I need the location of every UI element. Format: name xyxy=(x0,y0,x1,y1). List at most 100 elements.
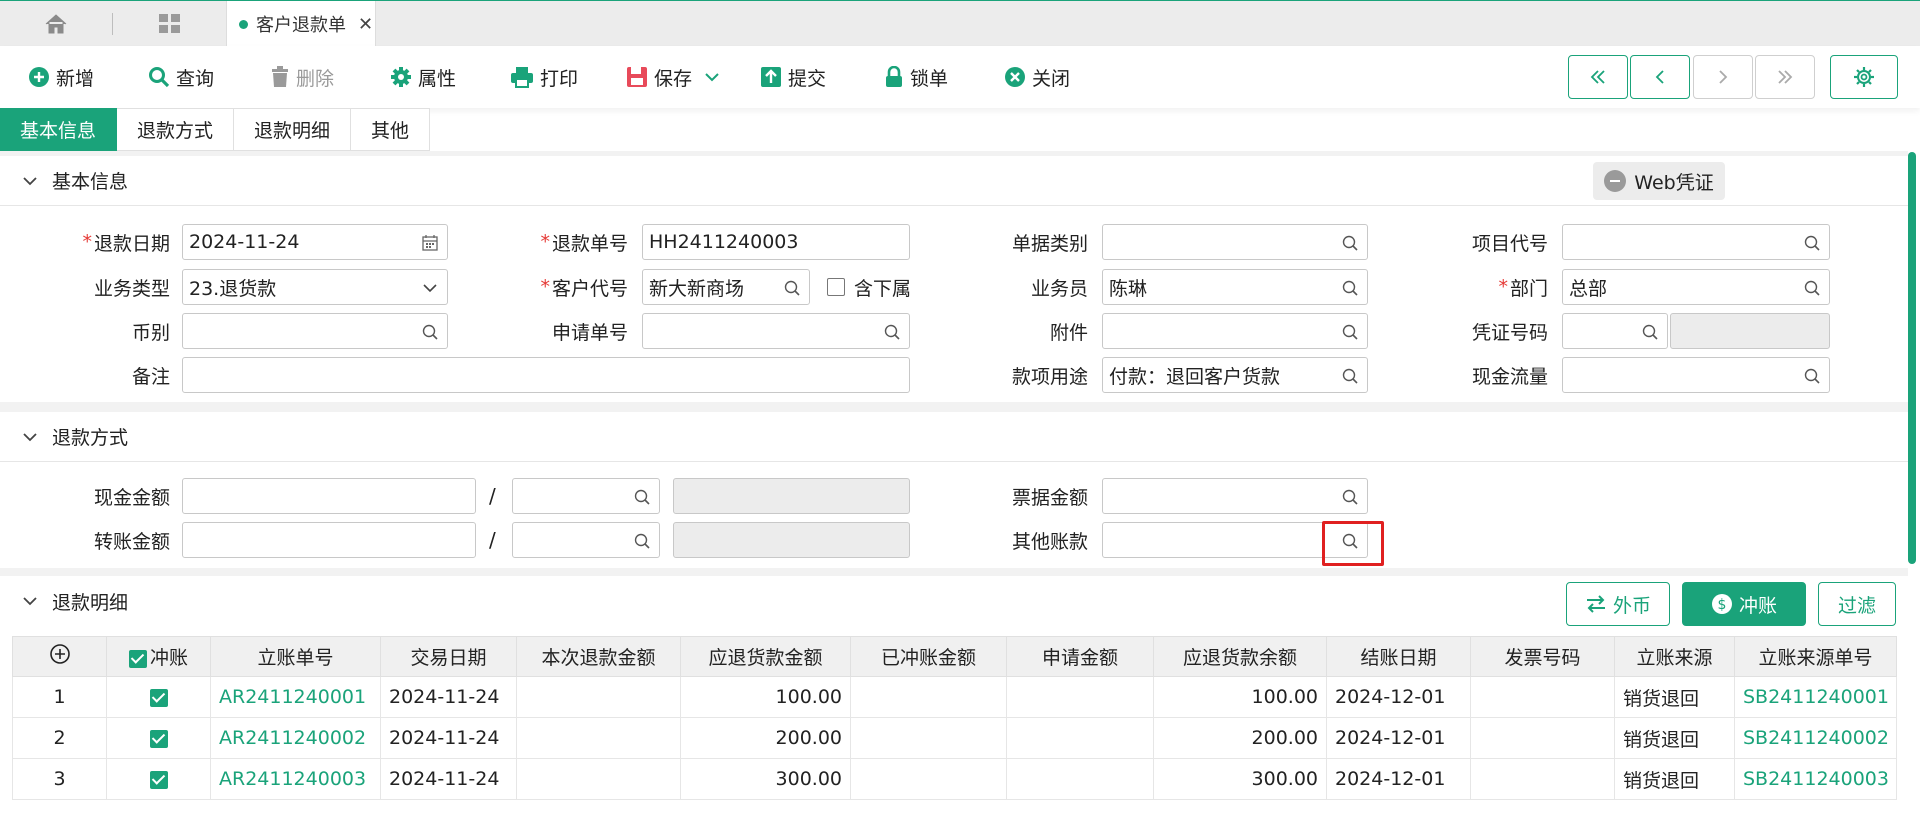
biz-type-select[interactable]: 23.退货款 xyxy=(182,269,448,305)
apply-no-field[interactable] xyxy=(642,313,910,349)
add-row-header[interactable] xyxy=(12,636,107,677)
this-refund-cell[interactable] xyxy=(516,717,681,759)
doc-type-field[interactable] xyxy=(1102,224,1368,260)
search-icon[interactable] xyxy=(1641,323,1659,341)
col-offset-amount[interactable]: 已冲账金额 xyxy=(850,636,1007,677)
add-circle-icon[interactable] xyxy=(49,643,71,665)
table-row[interactable]: 1 AR2411240001 2024-11-24 100.00 100.00 … xyxy=(12,676,1897,718)
row-checkbox[interactable] xyxy=(149,729,168,748)
attachment-field[interactable] xyxy=(1102,313,1368,349)
dept-field[interactable]: 总部 xyxy=(1562,269,1830,305)
next-record-button[interactable] xyxy=(1693,55,1753,99)
col-trade-date[interactable]: 交易日期 xyxy=(380,636,517,677)
search-icon[interactable] xyxy=(1803,279,1821,297)
table-row[interactable]: 3 AR2411240003 2024-11-24 300.00 300.00 … xyxy=(12,758,1897,800)
col-source-no[interactable]: 立账来源单号 xyxy=(1734,636,1897,677)
col-ar-no[interactable]: 立账单号 xyxy=(210,636,381,677)
chevron-down-icon[interactable] xyxy=(704,71,720,83)
foreign-currency-button[interactable]: 外币 xyxy=(1566,582,1670,626)
settings-button[interactable] xyxy=(1830,55,1898,99)
search-icon[interactable] xyxy=(1803,367,1821,385)
cash-flow-field[interactable] xyxy=(1562,357,1830,393)
col-apply[interactable]: 申请金额 xyxy=(1006,636,1154,677)
row-checkbox[interactable] xyxy=(149,688,168,707)
ar-no-link[interactable]: AR2411240003 xyxy=(210,758,381,800)
search-icon[interactable] xyxy=(633,488,651,506)
bill-amount-field[interactable] xyxy=(1102,478,1368,514)
grid-menu-icon[interactable] xyxy=(155,11,185,37)
refund-detail-table: 冲账 立账单号 交易日期 本次退款金额 应退货款金额 已冲账金额 申请金额 应退… xyxy=(12,636,1897,800)
search-icon[interactable] xyxy=(1341,279,1359,297)
calendar-icon[interactable] xyxy=(421,234,439,252)
tab-other[interactable]: 其他 xyxy=(351,108,431,151)
home-icon[interactable] xyxy=(40,11,72,37)
row-checkbox-cell[interactable] xyxy=(106,676,211,718)
tab-refund-detail[interactable]: 退款明细 xyxy=(234,108,352,151)
search-icon[interactable] xyxy=(883,323,901,341)
col-this-refund[interactable]: 本次退款金额 xyxy=(516,636,681,677)
chevron-down-icon[interactable] xyxy=(421,279,439,297)
this-refund-cell[interactable] xyxy=(516,676,681,718)
properties-button[interactable]: 属性 xyxy=(390,62,456,92)
vertical-scrollbar[interactable] xyxy=(1908,152,1916,564)
col-source[interactable]: 立账来源 xyxy=(1614,636,1735,677)
transfer-account-field[interactable] xyxy=(512,522,660,558)
search-icon[interactable] xyxy=(783,279,801,297)
col-offset[interactable]: 冲账 xyxy=(106,636,211,677)
prev-record-button[interactable] xyxy=(1630,55,1690,99)
search-icon[interactable] xyxy=(1341,234,1359,252)
ar-no-link[interactable]: AR2411240001 xyxy=(210,676,381,718)
col-invoice[interactable]: 发票号码 xyxy=(1470,636,1615,677)
include-sub-checkbox[interactable] xyxy=(827,278,845,296)
delete-button[interactable]: 删除 xyxy=(270,62,334,92)
transfer-amount-field[interactable] xyxy=(182,522,476,558)
search-icon[interactable] xyxy=(1341,488,1359,506)
row-checkbox-cell[interactable] xyxy=(106,758,211,800)
this-refund-cell[interactable] xyxy=(516,758,681,800)
new-button[interactable]: 新增 xyxy=(28,62,94,92)
search-icon[interactable] xyxy=(633,532,651,550)
refund-no-field[interactable]: HH2411240003 xyxy=(642,224,910,260)
search-icon[interactable] xyxy=(1341,367,1359,385)
submit-button[interactable]: 提交 xyxy=(760,62,826,92)
first-record-button[interactable] xyxy=(1568,55,1628,99)
refund-method-header[interactable]: 退款方式 xyxy=(0,412,1908,462)
tab-refund-method[interactable]: 退款方式 xyxy=(117,108,235,151)
currency-field[interactable] xyxy=(182,313,448,349)
col-balance[interactable]: 应退货款余额 xyxy=(1153,636,1327,677)
purpose-field[interactable]: 付款：退回客户货款 xyxy=(1102,357,1368,393)
salesman-field[interactable]: 陈琳 xyxy=(1102,269,1368,305)
search-icon[interactable] xyxy=(421,323,439,341)
table-row[interactable]: 2 AR2411240002 2024-11-24 200.00 200.00 … xyxy=(12,717,1897,759)
row-checkbox-cell[interactable] xyxy=(106,717,211,759)
tab-basic-info[interactable]: 基本信息 xyxy=(0,108,118,151)
search-icon[interactable] xyxy=(1803,234,1821,252)
cash-amount-field[interactable] xyxy=(182,478,476,514)
source-no-link[interactable]: SB2411240002 xyxy=(1734,717,1897,759)
remark-field[interactable] xyxy=(182,357,910,393)
close-tab-icon[interactable]: ✕ xyxy=(358,14,373,35)
select-all-checkbox[interactable] xyxy=(128,649,147,668)
source-no-link[interactable]: SB2411240001 xyxy=(1734,676,1897,718)
offset-button[interactable]: $ 冲账 xyxy=(1682,582,1806,626)
refund-date-field[interactable]: 2024-11-24 xyxy=(182,224,448,260)
search-icon[interactable] xyxy=(1341,323,1359,341)
project-code-field[interactable] xyxy=(1562,224,1830,260)
query-button[interactable]: 查询 xyxy=(148,62,214,92)
col-settle-date[interactable]: 结账日期 xyxy=(1326,636,1471,677)
save-button[interactable]: 保存 xyxy=(626,62,726,92)
web-voucher-button[interactable]: Web凭证 xyxy=(1593,162,1725,200)
cash-account-field[interactable] xyxy=(512,478,660,514)
ar-no-link[interactable]: AR2411240002 xyxy=(210,717,381,759)
customer-code-field[interactable]: 新大新商场 xyxy=(642,269,810,305)
print-button[interactable]: 打印 xyxy=(510,62,578,92)
lock-button[interactable]: 锁单 xyxy=(884,62,948,92)
last-record-button[interactable] xyxy=(1755,55,1815,99)
voucher-no-field[interactable] xyxy=(1562,313,1668,349)
col-due[interactable]: 应退货款金额 xyxy=(680,636,851,677)
close-button[interactable]: 关闭 xyxy=(1004,62,1070,92)
row-checkbox[interactable] xyxy=(149,770,168,789)
filter-button[interactable]: 过滤 xyxy=(1818,582,1896,626)
tab-customer-refund[interactable]: 客户退款单 ✕ xyxy=(226,1,376,47)
source-no-link[interactable]: SB2411240003 xyxy=(1734,758,1897,800)
